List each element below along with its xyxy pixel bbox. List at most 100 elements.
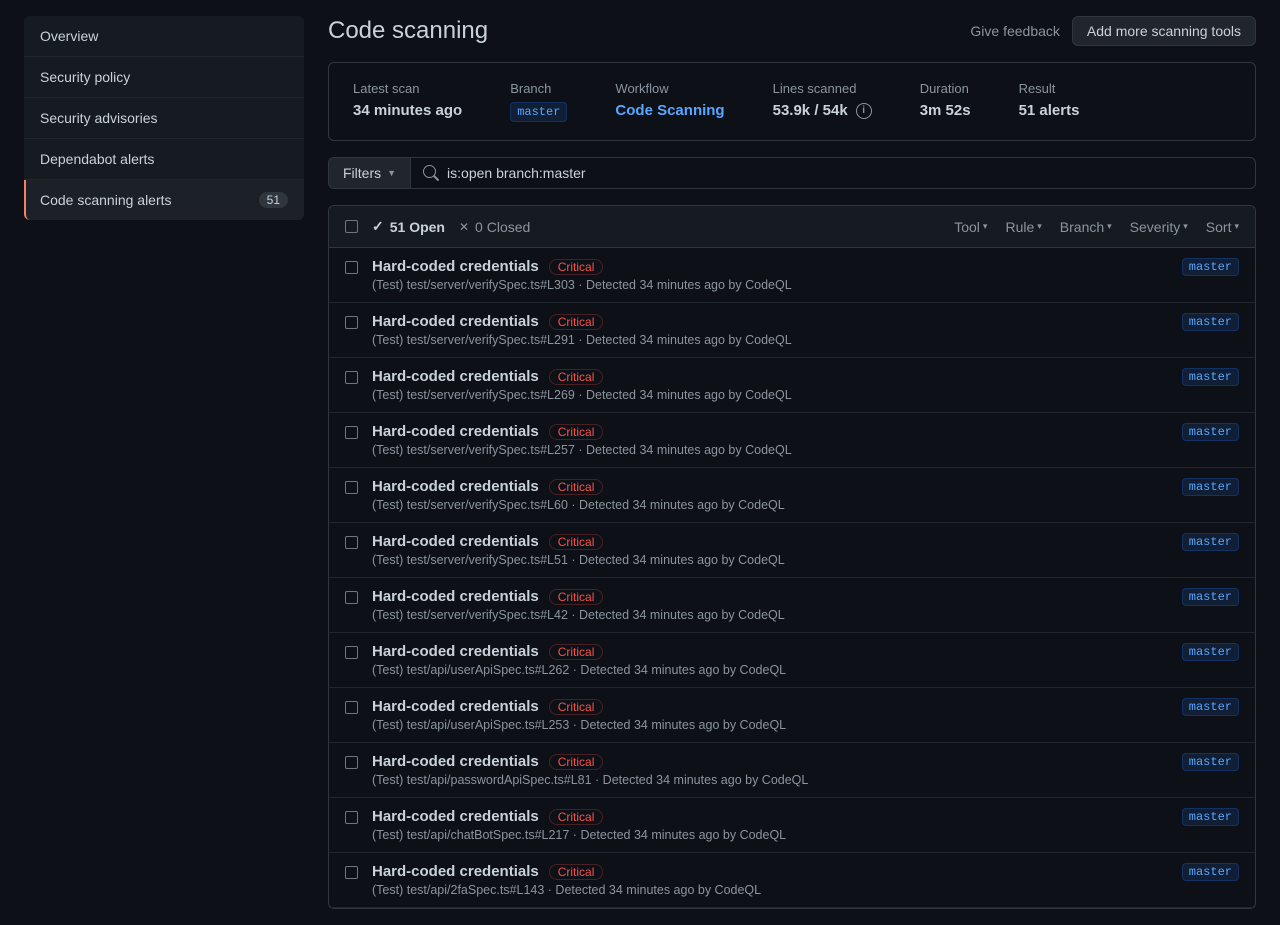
- alert-body: Hard-coded credentials Critical (Test) t…: [372, 258, 1168, 292]
- select-all-checkbox[interactable]: [345, 220, 358, 233]
- alert-checkbox[interactable]: [345, 756, 358, 769]
- chevron-down-icon: ▾: [1037, 221, 1042, 232]
- severity-badge: Critical: [549, 259, 604, 275]
- alert-row[interactable]: Hard-coded credentials Critical (Test) t…: [329, 248, 1255, 303]
- open-filter[interactable]: ✓ 51 Open: [372, 218, 445, 235]
- alert-meta: (Test) test/server/verifySpec.ts#L303 · …: [372, 278, 1168, 292]
- alert-body: Hard-coded credentials Critical (Test) t…: [372, 533, 1168, 567]
- branch-badge[interactable]: master: [1182, 478, 1239, 496]
- branch-badge[interactable]: master: [1182, 753, 1239, 771]
- alert-meta: (Test) test/server/verifySpec.ts#L51 · D…: [372, 553, 1168, 567]
- branch-badge[interactable]: master: [1182, 368, 1239, 386]
- alert-body: Hard-coded credentials Critical (Test) t…: [372, 863, 1168, 897]
- alert-title[interactable]: Hard-coded credentials: [372, 258, 539, 275]
- branch-badge[interactable]: master: [1182, 313, 1239, 331]
- alert-meta: (Test) test/api/userApiSpec.ts#L262 · De…: [372, 663, 1168, 677]
- alert-row[interactable]: Hard-coded credentials Critical (Test) t…: [329, 358, 1255, 413]
- branch-badge[interactable]: master: [1182, 533, 1239, 551]
- branch-badge[interactable]: master: [1182, 808, 1239, 826]
- severity-badge: Critical: [549, 314, 604, 330]
- alert-row[interactable]: Hard-coded credentials Critical (Test) t…: [329, 853, 1255, 908]
- alert-title[interactable]: Hard-coded credentials: [372, 863, 539, 880]
- severity-badge: Critical: [549, 369, 604, 385]
- sidebar-item-overview[interactable]: Overview: [24, 16, 304, 57]
- alert-body: Hard-coded credentials Critical (Test) t…: [372, 643, 1168, 677]
- branch-badge[interactable]: master: [1182, 423, 1239, 441]
- chevron-down-icon: ▾: [1183, 221, 1188, 232]
- summary-value: 51 alerts: [1019, 102, 1080, 119]
- alert-checkbox[interactable]: [345, 646, 358, 659]
- alert-title[interactable]: Hard-coded credentials: [372, 753, 539, 770]
- chevron-down-icon: ▾: [1107, 221, 1112, 232]
- severity-dropdown[interactable]: Severity▾: [1130, 219, 1188, 235]
- alert-row[interactable]: Hard-coded credentials Critical (Test) t…: [329, 743, 1255, 798]
- give-feedback-link[interactable]: Give feedback: [970, 23, 1060, 39]
- alert-checkbox[interactable]: [345, 481, 358, 494]
- branch-chip[interactable]: master: [510, 102, 567, 122]
- alert-row[interactable]: Hard-coded credentials Critical (Test) t…: [329, 798, 1255, 853]
- branch-badge[interactable]: master: [1182, 588, 1239, 606]
- alert-row[interactable]: Hard-coded credentials Critical (Test) t…: [329, 688, 1255, 743]
- branch-badge[interactable]: master: [1182, 863, 1239, 881]
- summary-label: Result: [1019, 81, 1080, 96]
- chevron-down-icon: ▾: [983, 221, 988, 232]
- branch-badge[interactable]: master: [1182, 258, 1239, 276]
- sidebar-item-dependabot-alerts[interactable]: Dependabot alerts: [24, 139, 304, 180]
- alert-checkbox[interactable]: [345, 811, 358, 824]
- sidebar-item-security-policy[interactable]: Security policy: [24, 57, 304, 98]
- alert-row[interactable]: Hard-coded credentials Critical (Test) t…: [329, 633, 1255, 688]
- rule-dropdown[interactable]: Rule▾: [1005, 219, 1041, 235]
- workflow-link[interactable]: Code Scanning: [615, 102, 724, 119]
- security-sidebar: Overview Security policy Security adviso…: [24, 16, 304, 909]
- header-actions: Give feedback Add more scanning tools: [970, 16, 1256, 46]
- branch-dropdown[interactable]: Branch▾: [1060, 219, 1112, 235]
- alert-meta: (Test) test/server/verifySpec.ts#L42 · D…: [372, 608, 1168, 622]
- search-input[interactable]: [447, 165, 1243, 181]
- alert-checkbox[interactable]: [345, 371, 358, 384]
- sidebar-item-label: Security advisories: [40, 110, 158, 126]
- branch-badge[interactable]: master: [1182, 698, 1239, 716]
- alert-row[interactable]: Hard-coded credentials Critical (Test) t…: [329, 578, 1255, 633]
- alert-title[interactable]: Hard-coded credentials: [372, 698, 539, 715]
- alerts-list: ✓ 51 Open ✕ 0 Closed Tool▾ Rule▾ Branch▾…: [328, 205, 1256, 909]
- summary-duration: Duration 3m 52s: [920, 81, 971, 122]
- alert-row[interactable]: Hard-coded credentials Critical (Test) t…: [329, 523, 1255, 578]
- sidebar-item-label: Overview: [40, 28, 98, 44]
- summary-label: Branch: [510, 81, 567, 96]
- alert-checkbox[interactable]: [345, 426, 358, 439]
- sidebar-item-code-scanning-alerts[interactable]: Code scanning alerts 51: [24, 180, 304, 220]
- summary-value: 34 minutes ago: [353, 102, 462, 119]
- alert-title[interactable]: Hard-coded credentials: [372, 588, 539, 605]
- alert-row[interactable]: Hard-coded credentials Critical (Test) t…: [329, 468, 1255, 523]
- alert-title[interactable]: Hard-coded credentials: [372, 423, 539, 440]
- alert-title[interactable]: Hard-coded credentials: [372, 533, 539, 550]
- alert-row[interactable]: Hard-coded credentials Critical (Test) t…: [329, 413, 1255, 468]
- alert-checkbox[interactable]: [345, 316, 358, 329]
- alert-checkbox[interactable]: [345, 261, 358, 274]
- sort-dropdown[interactable]: Sort▾: [1206, 219, 1239, 235]
- alert-checkbox[interactable]: [345, 536, 358, 549]
- page-header: Code scanning Give feedback Add more sca…: [328, 16, 1256, 46]
- sidebar-item-security-advisories[interactable]: Security advisories: [24, 98, 304, 139]
- closed-filter[interactable]: ✕ 0 Closed: [459, 219, 530, 235]
- branch-badge[interactable]: master: [1182, 643, 1239, 661]
- alert-title[interactable]: Hard-coded credentials: [372, 643, 539, 660]
- alert-title[interactable]: Hard-coded credentials: [372, 368, 539, 385]
- alert-checkbox[interactable]: [345, 591, 358, 604]
- alert-title[interactable]: Hard-coded credentials: [372, 808, 539, 825]
- alert-body: Hard-coded credentials Critical (Test) t…: [372, 313, 1168, 347]
- alert-row[interactable]: Hard-coded credentials Critical (Test) t…: [329, 303, 1255, 358]
- alert-meta: (Test) test/api/userApiSpec.ts#L253 · De…: [372, 718, 1168, 732]
- main-content: Code scanning Give feedback Add more sca…: [328, 16, 1256, 909]
- alert-title[interactable]: Hard-coded credentials: [372, 478, 539, 495]
- summary-result: Result 51 alerts: [1019, 81, 1080, 122]
- tool-dropdown[interactable]: Tool▾: [954, 219, 987, 235]
- alert-checkbox[interactable]: [345, 701, 358, 714]
- sidebar-item-label: Code scanning alerts: [40, 192, 172, 208]
- filters-button[interactable]: Filters ▼: [328, 157, 411, 189]
- alert-title[interactable]: Hard-coded credentials: [372, 313, 539, 330]
- info-icon[interactable]: i: [856, 103, 872, 119]
- alert-checkbox[interactable]: [345, 866, 358, 879]
- add-scanning-tools-button[interactable]: Add more scanning tools: [1072, 16, 1256, 46]
- alert-meta: (Test) test/api/2faSpec.ts#L143 · Detect…: [372, 883, 1168, 897]
